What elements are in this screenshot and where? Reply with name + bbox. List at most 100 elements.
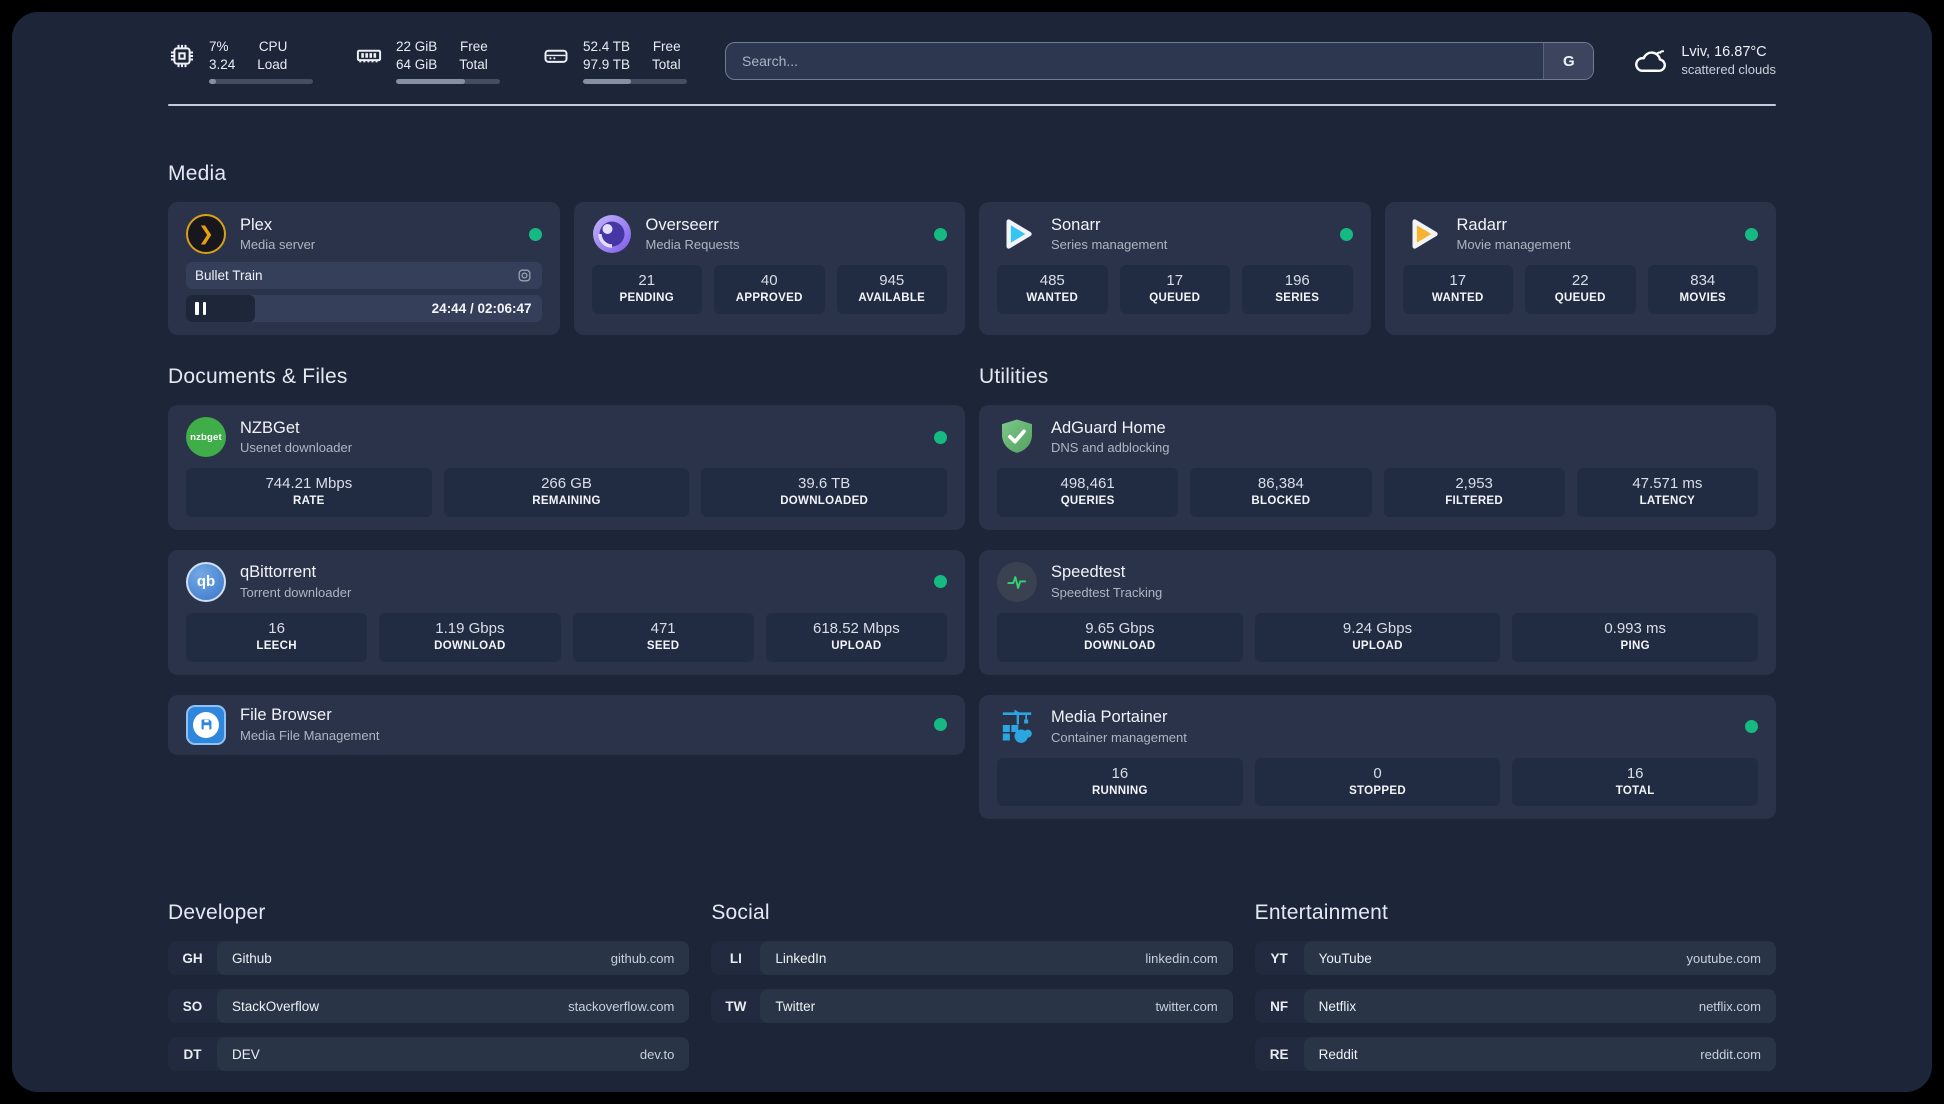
stat-tile: 22 QUEUED xyxy=(1525,265,1636,314)
app-subtitle: Series management xyxy=(1051,237,1168,253)
ram-free: 22 GiB xyxy=(396,39,438,55)
app-subtitle: Torrent downloader xyxy=(240,584,352,600)
weather-location-temp: Lviv, 16.87°C xyxy=(1681,44,1767,61)
app-card-speedtest[interactable]: Speedtest Speedtest Tracking 9.65 Gbps D… xyxy=(979,549,1776,675)
status-dot xyxy=(1339,227,1353,241)
social-heading: Social xyxy=(711,901,770,925)
section-utilities: Utilities AdGuard Home DNS and adblockin… xyxy=(979,365,1776,839)
bookmark-reddit[interactable]: RE Reddit reddit.com xyxy=(1254,1037,1776,1072)
bookmark-url: dev.to xyxy=(639,1046,675,1062)
stat-tile: 2,953 FILTERED xyxy=(1383,468,1565,517)
bookmark-url: reddit.com xyxy=(1700,1046,1761,1062)
disk-free: 52.4 TB xyxy=(583,39,631,55)
bookmark-name: StackOverflow xyxy=(232,998,320,1014)
search-input[interactable] xyxy=(726,43,1544,79)
cpu-progress-bar xyxy=(209,78,313,84)
disk-label-top: Free xyxy=(652,39,681,55)
cpu-percent: 7% xyxy=(209,39,229,55)
overseerr-icon xyxy=(592,214,632,254)
bookmark-netflix[interactable]: NF Netflix netflix.com xyxy=(1254,989,1776,1024)
bookmark-url: linkedin.com xyxy=(1145,950,1218,966)
now-playing-title: Bullet Train xyxy=(195,268,263,283)
app-card-sonarr[interactable]: Sonarr Series management 485 WANTED 17 Q… xyxy=(979,202,1371,335)
bookmark-abbr: LI xyxy=(729,950,742,966)
stat-tile: 0 STOPPED xyxy=(1254,757,1501,807)
app-card-filebrowser[interactable]: File Browser Media File Management xyxy=(168,694,965,755)
section-developer: Developer GH Github github.com SO StackOv… xyxy=(168,901,690,1072)
utilities-heading: Utilities xyxy=(979,365,1049,388)
stat-tile: 744.21 Mbps RATE xyxy=(186,468,432,517)
now-playing-row: Bullet Train xyxy=(186,262,542,289)
weather-condition: scattered clouds xyxy=(1681,61,1776,77)
cpu-label-bottom: Load xyxy=(257,57,288,72)
playback-progress: 24:44 / 02:06:47 xyxy=(186,295,542,322)
entertainment-heading: Entertainment xyxy=(1254,901,1388,925)
app-card-radarr[interactable]: Radarr Movie management 17 WANTED 22 QUE… xyxy=(1384,202,1776,335)
app-card-overseerr[interactable]: Overseerr Media Requests 21 PENDING 40 A… xyxy=(573,202,965,335)
bookmark-url: github.com xyxy=(610,950,675,966)
app-card-adguard[interactable]: AdGuard Home DNS and adblocking 498,461 … xyxy=(979,405,1776,530)
status-dot xyxy=(1745,720,1758,734)
bookmark-github[interactable]: GH Github github.com xyxy=(168,941,690,976)
bookmark-dev[interactable]: DT DEV dev.to xyxy=(168,1037,690,1072)
developer-heading: Developer xyxy=(168,901,266,925)
ram-label-bottom: Total xyxy=(459,57,488,72)
section-media: Media ❯ Plex Media server Bullet Train 2… xyxy=(168,162,1776,335)
adguard-icon xyxy=(997,417,1037,457)
stat-tile: 21 PENDING xyxy=(591,265,702,314)
bookmark-abbr: GH xyxy=(182,950,203,966)
app-title: Plex xyxy=(240,215,273,234)
search-engine-button[interactable]: G xyxy=(1543,43,1594,79)
section-documents: Documents & Files nzbget NZBGet Usenet d… xyxy=(168,365,965,839)
app-title: Sonarr xyxy=(1051,215,1101,234)
ram-progress-bar xyxy=(396,78,500,84)
bookmark-url: youtube.com xyxy=(1686,950,1761,966)
header-divider xyxy=(168,104,1776,106)
status-dot xyxy=(934,430,947,444)
stat-tile: 16 TOTAL xyxy=(1512,757,1759,807)
disk-icon xyxy=(544,49,568,63)
app-title: qBittorrent xyxy=(240,563,317,582)
stat-tile: 266 GB REMAINING xyxy=(443,468,690,517)
stat-tile: 17 QUEUED xyxy=(1119,265,1230,314)
playback-time: 24:44 / 02:06:47 xyxy=(431,301,532,316)
app-subtitle: Media Requests xyxy=(645,237,740,253)
disk-progress-bar xyxy=(583,78,687,84)
app-card-portainer[interactable]: Media Portainer Container management 16 … xyxy=(979,694,1776,820)
bookmark-name: LinkedIn xyxy=(775,950,827,966)
portainer-icon xyxy=(997,707,1037,747)
sonarr-icon xyxy=(997,214,1037,254)
stat-tile: 16 RUNNING xyxy=(997,757,1243,807)
stat-tile: 618.52 Mbps UPLOAD xyxy=(765,612,947,662)
stat-tile: 945 AVAILABLE xyxy=(836,265,947,314)
cpu-icon xyxy=(170,44,194,68)
bookmark-url: stackoverflow.com xyxy=(568,998,675,1014)
bookmark-url: netflix.com xyxy=(1698,998,1761,1014)
disk-total: 97.9 TB xyxy=(583,57,631,72)
documents-heading: Documents & Files xyxy=(168,365,348,388)
ram-icon xyxy=(356,49,382,63)
top-bar: 7% 3.24 CPU Load 22 GiB 64 GiB Free Tota… xyxy=(168,32,1776,90)
cloud-icon xyxy=(1635,50,1667,72)
app-subtitle: Movie management xyxy=(1456,237,1571,253)
stat-tile: 86,384 BLOCKED xyxy=(1190,468,1372,517)
disk-stat: 52.4 TB 97.9 TB Free Total xyxy=(542,38,687,84)
pause-icon[interactable] xyxy=(195,302,211,316)
stat-tile: 0.993 ms PING xyxy=(1512,612,1759,662)
bookmark-twitter[interactable]: TW Twitter twitter.com xyxy=(711,989,1233,1024)
system-stats: 7% 3.24 CPU Load 22 GiB 64 GiB Free Tota… xyxy=(168,38,687,84)
app-card-nzbget[interactable]: nzbget NZBGet Usenet downloader 744.21 M… xyxy=(168,405,965,530)
stat-tile: 16 LEECH xyxy=(186,612,368,662)
stat-tile: 39.6 TB DOWNLOADED xyxy=(701,468,948,517)
app-card-plex[interactable]: ❯ Plex Media server Bullet Train 24:44 /… xyxy=(168,202,560,335)
filebrowser-icon xyxy=(186,704,226,745)
stat-tile: 196 SERIES xyxy=(1242,265,1353,314)
bookmark-linkedin[interactable]: LI LinkedIn linkedin.com xyxy=(711,941,1233,976)
status-dot xyxy=(934,227,947,241)
bookmark-stackoverflow[interactable]: SO StackOverflow stackoverflow.com xyxy=(168,989,690,1024)
ram-stat: 22 GiB 64 GiB Free Total xyxy=(355,38,500,84)
app-subtitle: Media File Management xyxy=(240,727,380,743)
app-card-qbittorrent[interactable]: qb qBittorrent Torrent downloader 16 LEE… xyxy=(168,549,965,675)
bookmark-youtube[interactable]: YT YouTube youtube.com xyxy=(1254,941,1776,976)
session-settings-icon xyxy=(518,269,530,282)
